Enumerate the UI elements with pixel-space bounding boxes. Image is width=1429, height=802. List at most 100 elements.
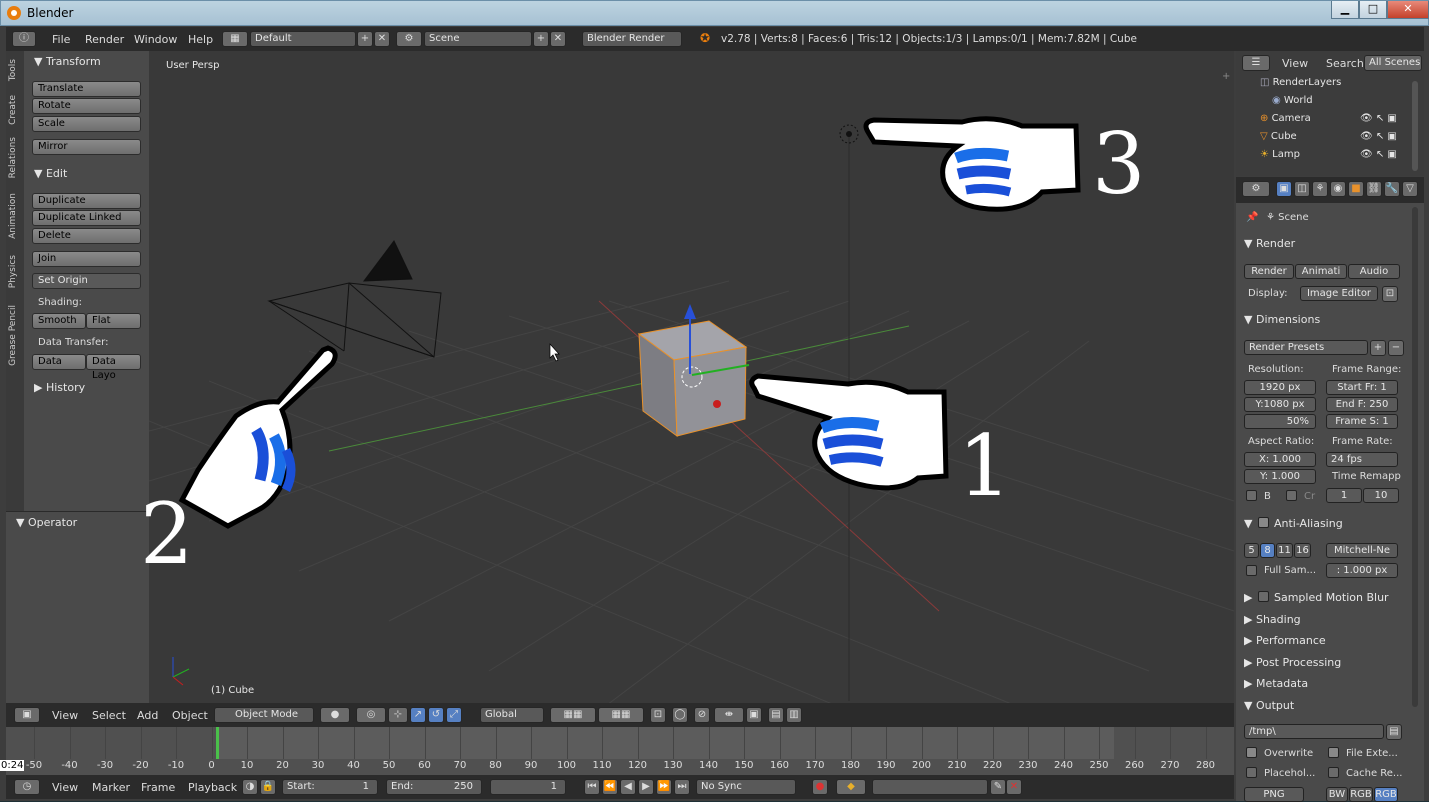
operator-header[interactable]: ▼ Operator: [16, 516, 77, 529]
scale-button[interactable]: Scale: [32, 116, 141, 132]
smooth-button[interactable]: Smooth: [32, 313, 86, 329]
flat-button[interactable]: Flat: [86, 313, 141, 329]
play-icon[interactable]: ▶: [638, 779, 654, 795]
aa-8-button[interactable]: 8: [1260, 543, 1275, 558]
layers-grid-1[interactable]: ▦▦: [550, 707, 596, 723]
file-browser-icon[interactable]: ▤: [1386, 724, 1402, 740]
lock-icon[interactable]: ⊡: [650, 707, 666, 723]
duplicate-button[interactable]: Duplicate: [32, 193, 141, 209]
render-anim-icon[interactable]: ▤: [768, 707, 784, 723]
viewport-shading-icon[interactable]: ●: [320, 707, 350, 723]
translate-manip-icon[interactable]: ↗: [410, 707, 426, 723]
remove-layout-icon[interactable]: ✕: [374, 31, 390, 47]
duplicate-linked-button[interactable]: Duplicate Linked: [32, 210, 141, 226]
translate-button[interactable]: Translate: [32, 81, 141, 97]
output-panel-header[interactable]: ▼ Output: [1244, 699, 1294, 712]
file-format-select[interactable]: PNG: [1244, 787, 1304, 802]
dimensions-panel-header[interactable]: ▼ Dimensions: [1244, 313, 1320, 326]
minimize-button[interactable]: ▁: [1331, 1, 1359, 19]
manipulator-toggle-icon[interactable]: ⊹: [388, 707, 408, 723]
history-header[interactable]: ▶ History: [34, 381, 85, 394]
outliner-row-cube[interactable]: ▽ Cube 👁 ↖ ▣: [1260, 131, 1429, 149]
crop-checkbox[interactable]: [1286, 490, 1297, 501]
snap-icon[interactable]: ⊘: [694, 707, 710, 723]
end-frame-prop[interactable]: End F: 250: [1326, 397, 1398, 412]
insert-keyframe-icon[interactable]: ✎: [990, 779, 1006, 795]
color-rgba-button[interactable]: RGB: [1374, 787, 1398, 802]
info-editor-icon[interactable]: ⓘ: [12, 31, 36, 47]
join-button[interactable]: Join: [32, 251, 141, 267]
data-button[interactable]: Data: [32, 354, 86, 370]
filter-size-field[interactable]: : 1.000 px: [1326, 563, 1398, 578]
remove-scene-icon[interactable]: ✕: [550, 31, 566, 47]
border-checkbox[interactable]: [1246, 490, 1257, 501]
modifiers-tab-icon[interactable]: 🔧: [1384, 181, 1400, 197]
placeholders-checkbox[interactable]: [1246, 767, 1257, 778]
current-frame-marker[interactable]: [216, 727, 219, 759]
render-icon[interactable]: ▥: [786, 707, 802, 723]
tab-create[interactable]: Create: [8, 95, 18, 125]
menu-render[interactable]: Render: [85, 33, 124, 46]
rotate-manip-icon[interactable]: ↺: [428, 707, 444, 723]
expand-icon[interactable]: +: [1222, 71, 1230, 82]
resolution-y-field[interactable]: Y:1080 px: [1244, 397, 1316, 412]
pivot-icon[interactable]: ◎: [356, 707, 386, 723]
jump-keyframe-forward-icon[interactable]: ⏩: [656, 779, 672, 795]
timeline-marker[interactable]: Marker: [92, 781, 130, 794]
end-frame-field[interactable]: End: 250: [386, 779, 482, 795]
delete-button[interactable]: Delete: [32, 228, 141, 244]
pin-icon[interactable]: 📌: [1246, 212, 1258, 223]
remove-preset-icon[interactable]: −: [1388, 340, 1404, 356]
cube-object[interactable]: [637, 320, 748, 438]
aa-filter-select[interactable]: Mitchell-Ne: [1326, 543, 1398, 558]
aa-5-button[interactable]: 5: [1244, 543, 1259, 558]
edit-header[interactable]: ▼ Edit: [34, 167, 67, 180]
scene-tab-icon[interactable]: ⚘: [1312, 181, 1328, 197]
record-icon[interactable]: ●: [812, 779, 828, 795]
editor-type-icon[interactable]: ▣: [14, 707, 40, 723]
opengl-render-icon[interactable]: ▣: [746, 707, 762, 723]
outliner-row-lamp[interactable]: ☀ Lamp 👁 ↖ ▣: [1260, 149, 1429, 167]
tab-animation[interactable]: Animation: [8, 193, 18, 239]
tab-relations[interactable]: Relations: [8, 137, 18, 178]
full-sample-checkbox[interactable]: [1246, 565, 1257, 576]
outliner-view[interactable]: View: [1282, 57, 1308, 70]
start-frame-prop[interactable]: Start Fr: 1: [1326, 380, 1398, 395]
aspect-x-field[interactable]: X: 1.000: [1244, 452, 1316, 467]
lock-range-icon[interactable]: 🔒: [260, 779, 276, 795]
outliner-row-renderlayers[interactable]: ◫ RenderLayers: [1260, 77, 1429, 95]
menu-file[interactable]: File: [52, 33, 70, 46]
sync-select[interactable]: No Sync: [696, 779, 796, 795]
timeline-playback[interactable]: Playback: [188, 781, 237, 794]
world-tab-icon[interactable]: ◉: [1330, 181, 1346, 197]
menu-object[interactable]: Object: [172, 709, 208, 722]
render-audio-button[interactable]: Audio: [1348, 264, 1400, 279]
menu-help[interactable]: Help: [188, 33, 213, 46]
tab-grease-pencil[interactable]: Grease Pencil: [8, 305, 18, 366]
renderlayers-tab-icon[interactable]: ◫: [1294, 181, 1310, 197]
snap-element-icon[interactable]: ⇼: [714, 707, 744, 723]
render-engine-select[interactable]: Blender Render: [582, 31, 682, 47]
menu-select[interactable]: Select: [92, 709, 126, 722]
add-layout-icon[interactable]: +: [357, 31, 373, 47]
tab-physics[interactable]: Physics: [8, 255, 18, 288]
jump-keyframe-back-icon[interactable]: ⏪: [602, 779, 618, 795]
cache-result-checkbox[interactable]: [1328, 767, 1339, 778]
overwrite-checkbox[interactable]: [1246, 747, 1257, 758]
menu-window[interactable]: Window: [134, 33, 177, 46]
render-tab-icon[interactable]: ▣: [1276, 181, 1292, 197]
jump-start-icon[interactable]: ⏮: [584, 779, 600, 795]
render-panel-header[interactable]: ▼ Render: [1244, 237, 1295, 250]
properties-editor-icon[interactable]: ⚙: [1242, 181, 1270, 197]
resolution-percent-field[interactable]: 50%: [1244, 414, 1316, 429]
outliner-row-world[interactable]: ◉ World: [1272, 95, 1429, 113]
orientation-select[interactable]: Global: [480, 707, 544, 723]
aa-16-button[interactable]: 16: [1294, 543, 1311, 558]
render-still-button[interactable]: Render: [1244, 264, 1294, 279]
file-extensions-checkbox[interactable]: [1328, 747, 1339, 758]
render-presets-select[interactable]: Render Presets: [1244, 340, 1368, 355]
scale-manip-icon[interactable]: ⤢: [446, 707, 462, 723]
object-tab-icon[interactable]: ■: [1348, 181, 1364, 197]
anti-aliasing-panel-header[interactable]: ▼ Anti-Aliasing: [1244, 517, 1343, 530]
play-reverse-icon[interactable]: ◀: [620, 779, 636, 795]
